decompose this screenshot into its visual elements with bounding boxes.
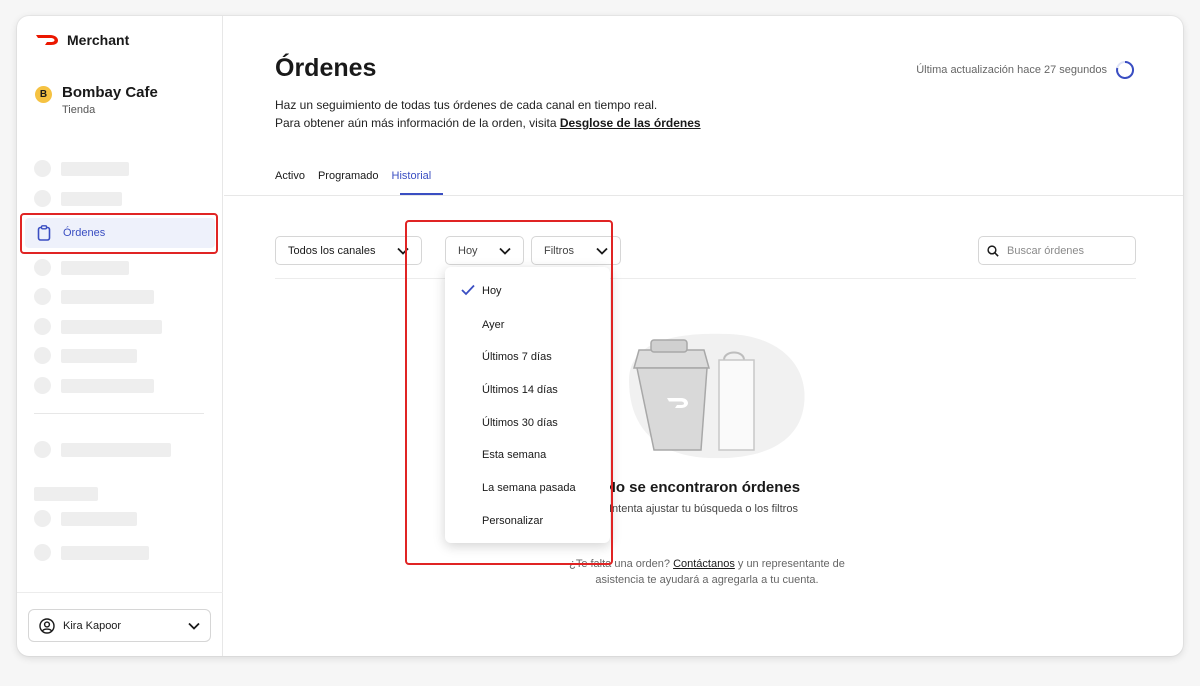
sidebar-footer-divider [17,592,223,593]
highlight-box-date-menu [405,220,613,565]
brand-logo[interactable]: Merchant [35,32,129,48]
nav-placeholder [34,544,149,561]
description-line-1: Haz un seguimiento de todas tus órdenes … [275,98,658,112]
sidebar-divider [34,413,204,414]
user-name: Kira Kapoor [63,619,122,632]
empty-state-title: No se encontraron órdenes [605,479,801,496]
section-placeholder [34,487,98,501]
store-switcher[interactable]: B Bombay Cafe Tienda [35,84,158,116]
nav-placeholder [34,288,154,305]
highlight-box-orders [20,213,218,254]
search-box[interactable] [978,236,1136,265]
contact-us-link[interactable]: Contáctanos [673,558,735,570]
channels-dropdown[interactable]: Todos los canales [275,236,422,265]
nav-placeholder [34,190,122,207]
nav-placeholder [34,318,162,335]
chevron-down-icon [188,622,200,630]
tab-history[interactable]: Historial [392,170,432,194]
brand-name: Merchant [67,32,130,48]
store-name: Bombay Cafe [62,84,158,101]
user-menu-button[interactable]: Kira Kapoor [28,609,211,642]
description-line-2: Para obtener aún más información de la o… [275,116,560,130]
nav-placeholder [34,441,171,458]
doordash-logo-icon [36,35,58,45]
order-tabs: Activo Programado Historial [275,170,431,194]
order-breakdown-link[interactable]: Desglose de las órdenes [560,116,701,130]
nav-placeholder [34,377,154,394]
store-avatar: B [35,86,52,103]
user-circle-icon [39,617,55,634]
last-updated: Última actualización hace 27 segundos [916,60,1135,80]
search-icon [987,244,999,257]
nav-placeholder [34,510,137,527]
tab-active-indicator [400,193,443,195]
tab-scheduled[interactable]: Programado [318,170,379,194]
page-title: Órdenes [275,54,377,82]
nav-placeholder [34,259,129,276]
empty-state-subtitle: Intenta ajustar tu búsqueda o los filtro… [609,503,798,515]
refresh-spinner-icon[interactable] [1115,60,1135,80]
nav-placeholder [34,160,129,177]
tabs-divider [224,195,1183,196]
store-type: Tienda [62,104,96,116]
page-description: Haz un seguimiento de todas tus órdenes … [275,96,701,132]
channels-dropdown-label: Todos los canales [288,244,376,257]
main-content: Órdenes Última actualización hace 27 seg… [224,16,1183,656]
search-input[interactable] [1007,244,1127,257]
nav-placeholder [34,347,137,364]
last-updated-text: Última actualización hace 27 segundos [916,64,1107,76]
sidebar: Merchant B Bombay Cafe Tienda Órdenes Ki… [17,16,223,656]
tab-active[interactable]: Activo [275,170,305,194]
empty-orders-illustration [629,333,805,459]
